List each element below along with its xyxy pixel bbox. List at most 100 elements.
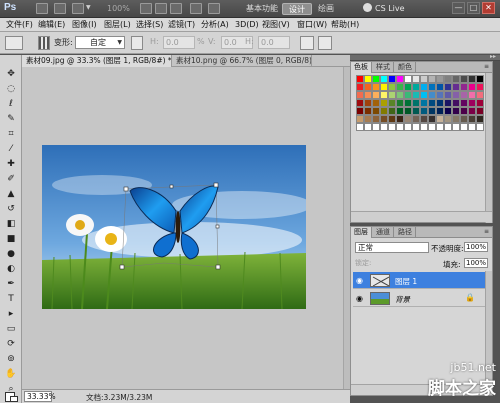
color-swatch[interactable]	[428, 123, 436, 131]
panel-menu-icon[interactable]: ≡	[484, 228, 489, 235]
menu-view[interactable]: 视图(V)	[262, 19, 290, 31]
color-swatch[interactable]	[412, 123, 420, 131]
type-tool-icon[interactable]: T	[4, 292, 18, 305]
color-swatch[interactable]	[452, 123, 460, 131]
layer-row-1[interactable]: ◉ 图层 1	[353, 272, 485, 289]
color-swatch[interactable]	[460, 115, 468, 123]
color-swatch[interactable]	[428, 107, 436, 115]
zoom-icon[interactable]	[155, 3, 167, 14]
color-swatch[interactable]	[460, 75, 468, 83]
eye-icon[interactable]: ◉	[356, 294, 363, 303]
color-swatch[interactable]	[404, 107, 412, 115]
history-brush-icon[interactable]: ↺	[4, 202, 18, 215]
color-swatch[interactable]	[420, 75, 428, 83]
color-swatch[interactable]	[364, 115, 372, 123]
color-swatch[interactable]	[388, 107, 396, 115]
color-swatch[interactable]	[420, 123, 428, 131]
color-swatch[interactable]	[396, 91, 404, 99]
color-swatch[interactable]	[372, 107, 380, 115]
color-swatch[interactable]	[436, 75, 444, 83]
layer-row-2[interactable]: ◉ 背景 🔒	[353, 290, 485, 307]
color-swatch[interactable]	[436, 91, 444, 99]
menu-help[interactable]: 帮助(H)	[331, 19, 359, 31]
eraser-tool-icon[interactable]: ◧	[4, 217, 18, 230]
dodge-tool-icon[interactable]: ◐	[4, 262, 18, 275]
color-swatch[interactable]	[468, 91, 476, 99]
color-swatch[interactable]	[412, 75, 420, 83]
color-swatch[interactable]	[396, 99, 404, 107]
color-swatch[interactable]	[436, 115, 444, 123]
close-button[interactable]: ✕	[482, 2, 495, 14]
eyedropper-tool-icon[interactable]: ⁄	[4, 142, 18, 155]
distort-v-field[interactable]: 0.0	[258, 36, 290, 49]
color-swatch[interactable]	[412, 107, 420, 115]
swatch-grid[interactable]	[356, 75, 488, 137]
color-swatch[interactable]	[452, 91, 460, 99]
color-swatch[interactable]	[476, 107, 484, 115]
color-swatch[interactable]	[452, 83, 460, 91]
layer-name[interactable]: 背景	[395, 294, 410, 305]
color-swatch[interactable]	[356, 91, 364, 99]
tab-swatches[interactable]: 色板	[351, 62, 372, 73]
fill-field[interactable]: 100%	[464, 258, 488, 268]
color-swatch[interactable]	[460, 123, 468, 131]
color-swatch[interactable]	[476, 99, 484, 107]
color-swatch[interactable]	[396, 123, 404, 131]
color-swatch[interactable]	[444, 115, 452, 123]
color-swatch[interactable]	[356, 115, 364, 123]
color-swatch[interactable]	[356, 123, 364, 131]
menu-image[interactable]: 图像(I)	[72, 19, 97, 31]
color-swatch[interactable]	[444, 99, 452, 107]
color-swatch[interactable]	[436, 107, 444, 115]
color-swatch[interactable]	[356, 75, 364, 83]
color-swatch[interactable]	[372, 99, 380, 107]
color-swatch[interactable]	[468, 123, 476, 131]
color-swatch[interactable]	[364, 83, 372, 91]
minimize-button[interactable]: —	[452, 2, 465, 14]
color-swatch[interactable]	[476, 75, 484, 83]
hand-icon[interactable]	[140, 3, 152, 14]
color-swatch[interactable]	[420, 115, 428, 123]
color-swatch[interactable]	[428, 75, 436, 83]
color-swatch[interactable]	[380, 107, 388, 115]
opacity-field[interactable]: 100%	[464, 242, 488, 252]
document-image[interactable]	[42, 145, 306, 309]
color-swatch[interactable]	[364, 99, 372, 107]
color-swatch[interactable]	[468, 107, 476, 115]
tab-document-1[interactable]: 素材09.jpg @ 33.3% (图层 1, RGB/8#) *	[22, 55, 172, 67]
menu-3d[interactable]: 3D(D)	[235, 19, 259, 31]
color-swatch[interactable]	[396, 83, 404, 91]
collapse-panels-icon[interactable]: ▸▸	[490, 53, 496, 60]
color-swatch[interactable]	[460, 99, 468, 107]
layer-name[interactable]: 图层 1	[395, 276, 417, 287]
menu-edit[interactable]: 编辑(E)	[38, 19, 65, 31]
tab-document-2[interactable]: 素材10.png @ 66.7% (图层 0, RGB/8)	[172, 55, 312, 67]
color-swatch[interactable]	[356, 83, 364, 91]
gradient-tool-icon[interactable]: ■	[4, 232, 18, 245]
tab-channels[interactable]: 通道	[373, 227, 394, 238]
color-swatch[interactable]	[468, 99, 476, 107]
menu-select[interactable]: 选择(S)	[136, 19, 163, 31]
menu-filter[interactable]: 滤镜(T)	[168, 19, 195, 31]
color-swatch[interactable]	[372, 123, 380, 131]
vertical-scrollbar[interactable]	[343, 67, 350, 389]
guides-icon[interactable]	[72, 3, 84, 14]
color-swatch[interactable]	[420, 91, 428, 99]
blend-mode-select[interactable]: 正常	[355, 242, 429, 253]
bend-h-field[interactable]: 0.0	[163, 36, 195, 49]
color-swatch[interactable]	[364, 123, 372, 131]
color-swatch[interactable]	[476, 83, 484, 91]
status-doc-size[interactable]: 文档:3.23M/3.23M	[86, 392, 152, 403]
color-swatch[interactable]	[460, 91, 468, 99]
marquee-tool-icon[interactable]: ◌	[4, 82, 18, 95]
3d-camera-tool-icon[interactable]: ⊚	[4, 352, 18, 365]
panel-menu-icon[interactable]: ≡	[484, 63, 489, 70]
color-swatch[interactable]	[436, 99, 444, 107]
color-swatch[interactable]	[380, 83, 388, 91]
color-swatch[interactable]	[380, 123, 388, 131]
menu-layer[interactable]: 图层(L)	[104, 19, 131, 31]
color-swatch[interactable]	[420, 83, 428, 91]
status-zoom-field[interactable]: 33.33%	[24, 391, 56, 402]
minibridge-icon[interactable]	[54, 3, 66, 14]
color-swatch[interactable]	[476, 91, 484, 99]
